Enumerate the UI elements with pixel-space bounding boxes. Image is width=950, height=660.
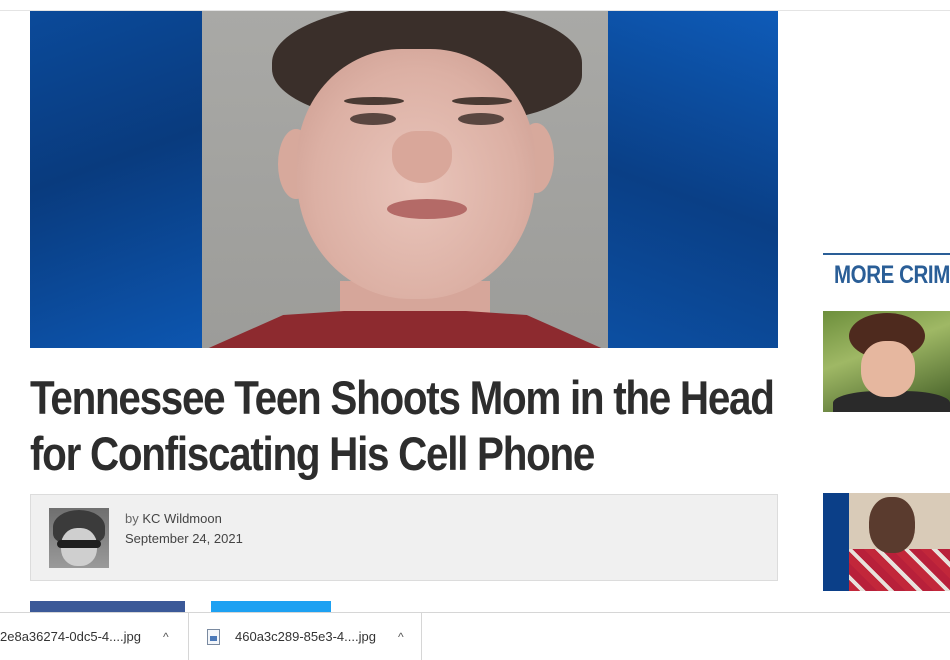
download-shelf: 2e8a36274-0dc5-4....jpg ^ 460a3c289-85e3… (0, 612, 950, 660)
mugshot-photo (202, 11, 608, 348)
sidebar-section-title: MORE CRIM (834, 261, 950, 289)
publish-date: September 24, 2021 (125, 531, 243, 546)
sidebar-section-header: MORE CRIM (823, 253, 950, 295)
download-filename: 2e8a36274-0dc5-4....jpg (0, 629, 141, 644)
hero-image (30, 11, 778, 348)
article-headline: Tennessee Teen Shoots Mom in the Head fo… (30, 371, 775, 480)
sidebar-story-thumbnail[interactable] (823, 311, 950, 412)
byline-prefix: by (125, 511, 139, 526)
byline: by KC Wildmoon (125, 511, 222, 526)
hero-background-right (608, 11, 778, 348)
download-filename: 460a3c289-85e3-4....jpg (235, 629, 376, 644)
author-name-link[interactable]: KC Wildmoon (142, 511, 221, 526)
photo-shirt (202, 311, 608, 348)
author-avatar[interactable] (49, 508, 109, 568)
image-file-icon (207, 628, 220, 645)
byline-box: by KC Wildmoon September 24, 2021 (30, 494, 778, 581)
download-item[interactable]: 2e8a36274-0dc5-4....jpg ^ (0, 613, 169, 660)
sidebar-story-thumbnail[interactable] (823, 493, 950, 591)
download-separator (421, 613, 422, 660)
chevron-up-icon[interactable]: ^ (163, 630, 169, 644)
chevron-up-icon[interactable]: ^ (398, 630, 404, 644)
download-separator (188, 613, 189, 660)
hero-background-left (30, 11, 202, 348)
download-item[interactable]: 460a3c289-85e3-4....jpg ^ (207, 613, 404, 660)
